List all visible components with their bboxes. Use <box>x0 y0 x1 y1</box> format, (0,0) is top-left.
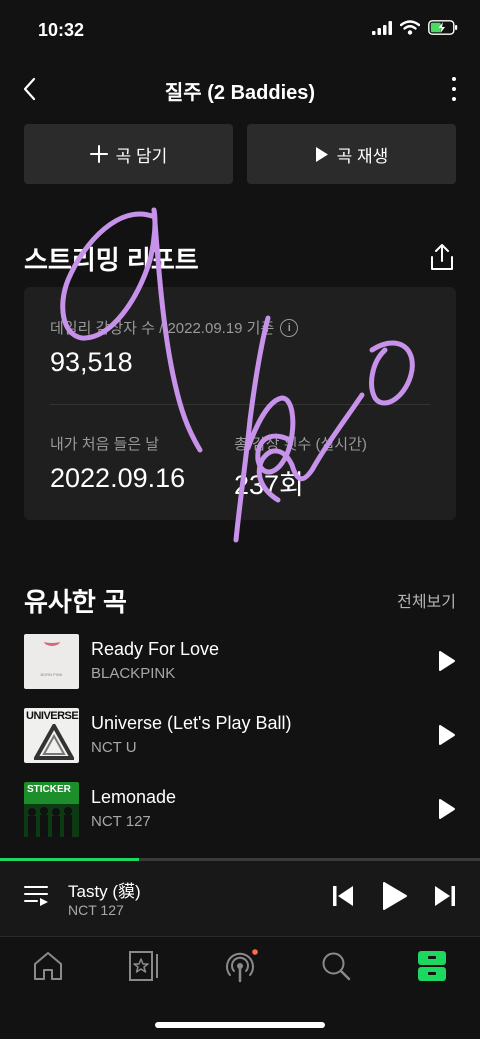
queue-icon[interactable] <box>24 882 50 908</box>
daily-listeners-label-text: 데일리 감상자 수 / 2022.09.19 기준 <box>50 320 275 337</box>
add-song-button[interactable]: 곡 담기 <box>24 124 233 184</box>
page-title: 질주 (2 Baddies) <box>164 82 316 104</box>
play-icon[interactable] <box>438 724 456 746</box>
now-playing-title: Tasty (貘) <box>68 882 141 901</box>
signal-icon <box>372 20 392 35</box>
share-icon <box>431 244 453 270</box>
song-row[interactable]: BORN PINK Ready For Love BLACKPINK <box>24 634 456 690</box>
daily-listeners-value: 93,518 <box>50 347 133 377</box>
skip-next-icon[interactable] <box>434 885 456 907</box>
share-button[interactable] <box>428 242 456 272</box>
podcast-icon <box>226 949 258 983</box>
song-title: Universe (Let's Play Ball) <box>91 713 292 733</box>
notification-badge <box>252 949 258 955</box>
play-song-label: 곡 재생 <box>336 146 389 166</box>
nav-storage[interactable] <box>412 947 452 985</box>
search-icon <box>322 952 351 981</box>
more-dot <box>452 87 456 91</box>
total-plays-value: 237회 <box>234 470 304 500</box>
home-indicator <box>155 1022 325 1028</box>
more-options-button[interactable] <box>446 74 462 104</box>
play-icon[interactable] <box>438 650 456 672</box>
first-listen-label: 내가 처음 들은 날 <box>50 436 160 453</box>
first-listen-value: 2022.09.16 <box>50 463 186 493</box>
report-title: 스트리밍 리포트 <box>24 245 199 275</box>
status-icons <box>372 20 458 35</box>
now-playing-artist: NCT 127 <box>68 902 124 918</box>
song-title: Lemonade <box>91 787 177 807</box>
album-art-text: STICKER <box>27 784 71 795</box>
daily-listeners-label: 데일리 감상자 수 / 2022.09.19 기준 i <box>50 317 299 338</box>
library-icon <box>129 951 158 981</box>
plus-icon <box>89 145 108 163</box>
similar-songs-title: 유사한 곡 <box>24 587 127 617</box>
song-row[interactable]: UNIVERSE Universe (Let's Play Ball) NCT … <box>24 708 456 764</box>
status-time: 10:32 <box>38 20 85 40</box>
song-artist: NCT 127 <box>91 813 151 830</box>
wifi-icon <box>400 20 420 35</box>
home-icon <box>34 952 62 980</box>
play-song-button[interactable]: 곡 재생 <box>247 124 456 184</box>
more-dot <box>452 77 456 81</box>
play-icon[interactable] <box>438 798 456 820</box>
more-dot <box>452 97 456 101</box>
battery-charging-icon <box>428 20 458 35</box>
song-artist: BLACKPINK <box>91 665 176 682</box>
report-divider <box>50 404 430 405</box>
total-plays-label: 총 감상 횟수 (실시간) <box>234 436 367 453</box>
album-art: STICKER <box>24 782 79 837</box>
see-all-link[interactable]: 전체보기 <box>397 588 456 612</box>
album-art-text: UNIVERSE <box>26 710 79 722</box>
info-icon[interactable]: i <box>280 318 299 337</box>
skip-previous-icon[interactable] <box>332 885 354 907</box>
storage-icon <box>418 951 446 981</box>
song-artist: NCT U <box>91 739 137 756</box>
play-icon <box>315 146 328 162</box>
album-art-mark <box>44 637 60 646</box>
nav-home[interactable] <box>28 947 68 985</box>
play-pause-icon[interactable] <box>382 881 408 911</box>
album-art: BORN PINK <box>24 634 79 689</box>
nav-podcast[interactable] <box>220 947 260 985</box>
nav-search[interactable] <box>316 947 356 985</box>
album-art-graphic <box>24 804 79 837</box>
song-title: Ready For Love <box>91 639 220 659</box>
album-art-graphic <box>34 724 74 760</box>
album-art-text: BORN PINK <box>40 672 63 677</box>
song-row[interactable]: STICKER Lemonade NCT 127 <box>24 782 456 838</box>
playback-progress-fill <box>0 858 140 861</box>
add-song-label: 곡 담기 <box>115 146 168 166</box>
album-art: UNIVERSE <box>24 708 79 763</box>
nav-library[interactable] <box>124 947 164 985</box>
